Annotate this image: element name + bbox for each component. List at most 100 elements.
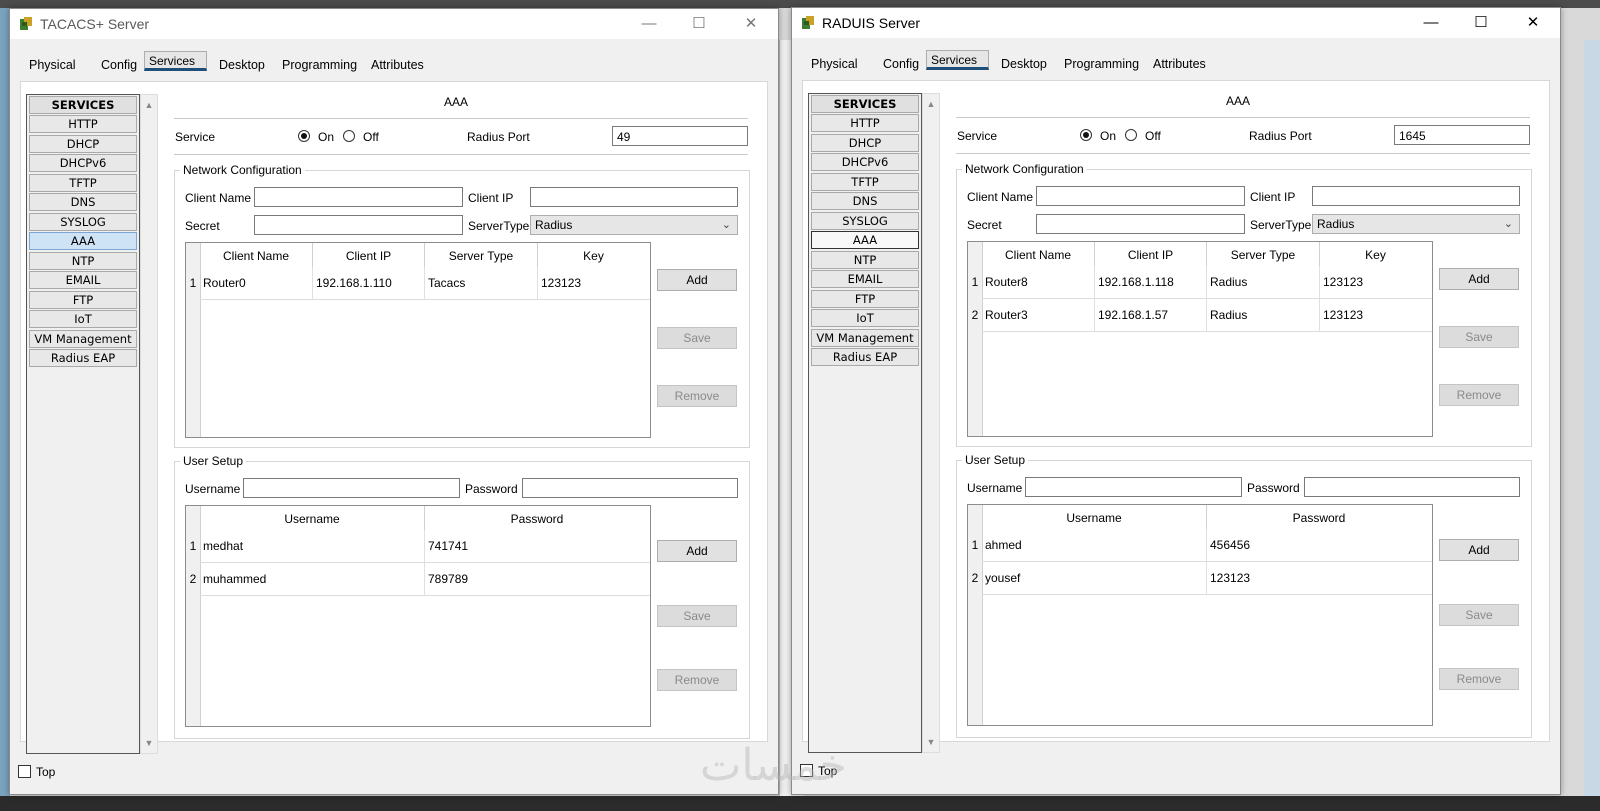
close-icon[interactable]: ✕ [1510, 8, 1556, 38]
cell-key: 123123 [1323, 275, 1364, 289]
remove-user-button[interactable]: Remove [657, 669, 737, 691]
client-ip-label: Client IP [468, 191, 514, 205]
service-off-radio[interactable] [343, 130, 355, 142]
remove-client-button[interactable]: Remove [657, 385, 737, 407]
title-bar[interactable]: TACACS+ Server — ☐ ✕ [10, 9, 778, 39]
client-ip-label: Client IP [1250, 190, 1296, 204]
maximize-icon[interactable]: ☐ [676, 9, 722, 39]
username-input[interactable] [1025, 477, 1242, 497]
minimize-icon[interactable]: — [626, 9, 672, 39]
service-iot[interactable]: IoT [811, 309, 919, 327]
service-ntp[interactable]: NTP [29, 252, 137, 270]
scroll-down-icon[interactable]: ▼ [141, 735, 157, 751]
close-icon[interactable]: ✕ [728, 9, 774, 39]
add-client-button[interactable]: Add [657, 269, 737, 291]
save-client-button[interactable]: Save [1439, 326, 1519, 348]
tab-programming[interactable]: Programming [271, 51, 368, 81]
tab-config[interactable]: Config [872, 50, 930, 80]
username-input[interactable] [243, 478, 460, 498]
service-dhcp[interactable]: DHCP [811, 134, 919, 152]
client-name-input[interactable] [1036, 186, 1245, 206]
server-type-select[interactable]: Radius ⌄ [530, 215, 738, 235]
service-vm-management[interactable]: VM Management [811, 329, 919, 347]
tab-services[interactable]: Services [144, 51, 208, 71]
password-input[interactable] [1304, 477, 1520, 497]
user-table[interactable]: Username Password 1 ahmed 456456 2 youse… [967, 504, 1433, 726]
client-name-input[interactable] [254, 187, 463, 207]
service-dhcp[interactable]: DHCP [29, 135, 137, 153]
service-radius-eap[interactable]: Radius EAP [29, 349, 137, 367]
tab-config[interactable]: Config [90, 51, 148, 81]
service-tftp[interactable]: TFTP [29, 174, 137, 192]
service-dns[interactable]: DNS [29, 193, 137, 211]
tab-services[interactable]: Services [926, 50, 990, 70]
scroll-up-icon[interactable]: ▲ [923, 96, 939, 112]
secret-input[interactable] [1036, 214, 1245, 234]
service-ftp[interactable]: FTP [29, 291, 137, 309]
add-user-button[interactable]: Add [1439, 539, 1519, 561]
service-dns[interactable]: DNS [811, 192, 919, 210]
service-syslog[interactable]: SYSLOG [29, 213, 137, 231]
cell-username: ahmed [982, 529, 1207, 561]
service-aaa[interactable]: AAA [29, 232, 137, 250]
add-client-button[interactable]: Add [1439, 268, 1519, 290]
scroll-down-icon[interactable]: ▼ [923, 734, 939, 750]
add-user-button[interactable]: Add [657, 540, 737, 562]
radius-port-input[interactable]: 1645 [1394, 125, 1530, 145]
service-on-radio[interactable] [298, 130, 310, 142]
save-client-button[interactable]: Save [657, 327, 737, 349]
service-aaa[interactable]: AAA [811, 231, 919, 249]
client-table[interactable]: Client Name Client IP Server Type Key 1 … [185, 242, 651, 438]
service-dhcpv6[interactable]: DHCPv6 [29, 154, 137, 172]
maximize-icon[interactable]: ☐ [1458, 8, 1504, 38]
server-type-select[interactable]: Radius ⌄ [1312, 214, 1520, 234]
username-label: Username [185, 482, 241, 496]
secret-input[interactable] [254, 215, 463, 235]
service-syslog[interactable]: SYSLOG [811, 212, 919, 230]
service-ntp[interactable]: NTP [811, 251, 919, 269]
cell-password: 789789 [428, 572, 469, 586]
radius-port-input[interactable]: 49 [612, 126, 748, 146]
service-iot[interactable]: IoT [29, 310, 137, 328]
row-number: 1 [189, 539, 197, 553]
row-divider [200, 595, 650, 596]
save-user-button[interactable]: Save [1439, 604, 1519, 626]
title-bar[interactable]: RADUIS Server — ☐ ✕ [792, 8, 1560, 38]
tab-programming[interactable]: Programming [1053, 50, 1150, 80]
service-off-radio[interactable] [1125, 129, 1137, 141]
client-ip-input[interactable] [530, 187, 738, 207]
radius-port-label: Radius Port [467, 130, 530, 144]
service-tftp[interactable]: TFTP [811, 173, 919, 191]
service-http[interactable]: HTTP [811, 114, 919, 132]
tab-attributes[interactable]: Attributes [360, 51, 435, 81]
remove-client-button[interactable]: Remove [1439, 384, 1519, 406]
password-input[interactable] [522, 478, 738, 498]
divider [956, 117, 1530, 118]
service-vm-management[interactable]: VM Management [29, 330, 137, 348]
services-header: SERVICES [29, 96, 137, 114]
service-ftp[interactable]: FTP [811, 290, 919, 308]
services-scrollbar[interactable]: ▲ ▼ [140, 94, 158, 754]
tab-physical[interactable]: Physical [18, 51, 87, 81]
tab-physical[interactable]: Physical [800, 50, 869, 80]
save-user-button[interactable]: Save [657, 605, 737, 627]
tab-desktop[interactable]: Desktop [990, 50, 1058, 80]
minimize-icon[interactable]: — [1408, 8, 1454, 38]
client-ip-input[interactable] [1312, 186, 1520, 206]
services-scrollbar[interactable]: ▲ ▼ [922, 93, 940, 753]
tab-attributes[interactable]: Attributes [1142, 50, 1217, 80]
service-dhcpv6[interactable]: DHCPv6 [811, 153, 919, 171]
remove-user-button[interactable]: Remove [1439, 668, 1519, 690]
client-table[interactable]: Client Name Client IP Server Type Key 1 … [967, 241, 1433, 437]
user-table[interactable]: Username Password 1 medhat 741741 2 muha… [185, 505, 651, 727]
top-checkbox[interactable] [18, 765, 31, 778]
scroll-up-icon[interactable]: ▲ [141, 97, 157, 113]
service-email[interactable]: EMAIL [29, 271, 137, 289]
service-on-radio[interactable] [1080, 129, 1092, 141]
tab-desktop[interactable]: Desktop [208, 51, 276, 81]
column-header: Key [583, 249, 604, 263]
cell-username: yousef [982, 562, 1207, 594]
service-http[interactable]: HTTP [29, 115, 137, 133]
service-radius-eap[interactable]: Radius EAP [811, 348, 919, 366]
service-email[interactable]: EMAIL [811, 270, 919, 288]
